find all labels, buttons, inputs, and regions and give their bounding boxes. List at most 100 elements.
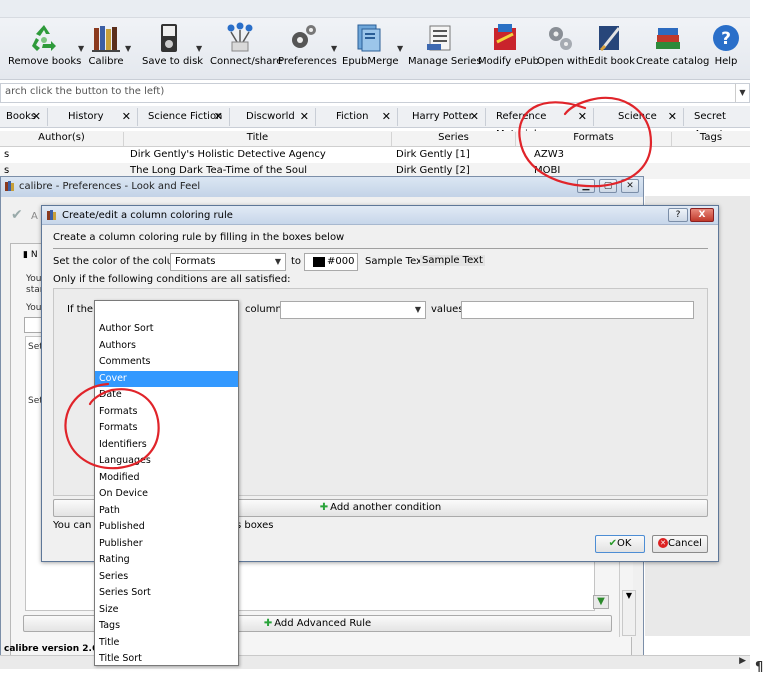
close-icon[interactable]: ✕ [32, 108, 41, 126]
modify-epub-button[interactable]: Modify ePub [478, 22, 539, 76]
ok-button[interactable]: ✔OK [595, 535, 645, 553]
column-dropdown-list[interactable]: Author Sort Authors Comments Cover Date … [94, 300, 239, 666]
list-item-empty[interactable] [95, 301, 238, 321]
values-label: values [431, 304, 464, 315]
list-item[interactable]: Date [95, 387, 238, 404]
list-item[interactable]: Formats [95, 420, 238, 437]
tab-history[interactable]: History ✕ [62, 108, 138, 126]
sample-text: Sample Text [365, 256, 426, 267]
close-icon[interactable]: ✕ [214, 108, 223, 126]
list-item-selected[interactable]: Cover [95, 370, 238, 387]
remove-books-button[interactable]: Remove books [8, 22, 82, 76]
calibre-library-button[interactable]: Calibre [86, 22, 126, 76]
minimize-icon[interactable]: ▁ [577, 179, 595, 193]
close-icon[interactable]: ✕ [578, 108, 587, 126]
chevron-down-icon[interactable]: ▼ [735, 84, 749, 102]
list-item[interactable]: Languages [95, 453, 238, 470]
tab-reference-materials[interactable]: Reference Materials✕ [490, 108, 594, 140]
svg-text:?: ? [721, 29, 731, 49]
checkmark-icon: ✔ [11, 207, 23, 223]
close-icon[interactable]: ✕ [470, 108, 479, 126]
close-icon[interactable]: ✕ [122, 108, 131, 126]
plus-icon: ✚ [319, 502, 329, 513]
chevron-down-icon[interactable]: ▼ [125, 44, 131, 53]
if-the-label: If the [67, 304, 94, 315]
tab-main[interactable]: ▮ N [23, 250, 38, 260]
rule-heading: Create a column coloring rule by filling… [53, 232, 345, 243]
tab-science[interactable]: Science ✕ [612, 108, 684, 126]
list-item[interactable]: Formats [95, 404, 238, 421]
chevron-down-icon[interactable]: ▼ [196, 44, 202, 53]
tab-fiction[interactable]: Fiction ✕ [330, 108, 398, 126]
chevron-right-icon[interactable]: ▶ [739, 656, 746, 666]
column-combo[interactable]: Formats ▼ [170, 253, 286, 271]
open-with-button[interactable]: Open with [537, 22, 588, 76]
scrollbar[interactable]: ▼ [622, 590, 636, 636]
books-library-icon [92, 26, 120, 52]
list-item[interactable]: Tags [95, 618, 238, 635]
toolbar-label: Edit book [588, 56, 635, 67]
close-icon[interactable]: X [690, 208, 714, 222]
column-header-tags[interactable]: Tags [672, 132, 750, 146]
calibre-app-icon [5, 181, 14, 191]
column-header-series[interactable]: Series [392, 132, 516, 146]
tab-discworld[interactable]: Discworld ✕ [240, 108, 316, 126]
preferences-title: calibre - Preferences - Look and Feel [19, 181, 201, 192]
list-item[interactable]: Author Sort [95, 321, 238, 338]
edit-book-button[interactable]: Edit book [588, 22, 635, 76]
list-item[interactable]: Comments [95, 354, 238, 371]
column-header-authors[interactable]: Author(s) [0, 132, 124, 146]
help-button[interactable]: ? Help [708, 22, 744, 76]
list-item[interactable]: Rating [95, 552, 238, 569]
list-item[interactable]: Publisher [95, 536, 238, 553]
search-input[interactable]: arch click the button to the left) ▼ [0, 83, 750, 103]
epubmerge-button[interactable]: EpubMerge [342, 22, 399, 76]
checkmark-icon: ✔ [608, 538, 617, 549]
tab-science-fiction[interactable]: Science Fiction ✕ [142, 108, 230, 126]
apply-button-label[interactable]: A [31, 211, 38, 222]
color-picker-button[interactable]: #000 [304, 253, 358, 271]
tab-harry-potter[interactable]: Harry Potter ✕ [406, 108, 486, 126]
chevron-down-icon[interactable]: ▼ [397, 44, 403, 53]
list-item[interactable]: On Device [95, 486, 238, 503]
values-input[interactable] [461, 301, 694, 319]
close-icon[interactable]: ✕ [621, 179, 639, 193]
create-catalog-button[interactable]: Create catalog [636, 22, 709, 76]
column-header-formats[interactable]: Formats [516, 132, 672, 146]
list-item[interactable]: Title Sort [95, 651, 238, 668]
toolbar-label: Remove books [8, 56, 82, 67]
condition-action-combo[interactable]: ▼ [280, 301, 426, 319]
tab-secret-agent[interactable]: Secret Agent [688, 108, 750, 140]
manage-series-button[interactable]: Manage Series [408, 22, 482, 76]
gears-icon [292, 25, 316, 48]
cell-series: Dirk Gently [1] [396, 149, 470, 160]
toolbar-label: Save to disk [142, 56, 204, 67]
list-item[interactable]: Title [95, 635, 238, 652]
manage-series-icon [427, 25, 451, 51]
close-icon[interactable]: ✕ [382, 108, 391, 126]
connect-share-button[interactable]: Connect/share [210, 22, 282, 76]
cancel-button[interactable]: ✕ Cancel [652, 535, 708, 553]
version-label: calibre version 2.6.0 [4, 644, 108, 654]
list-item[interactable]: Size [95, 602, 238, 619]
tab-books[interactable]: Books ✕ [0, 108, 48, 126]
column-header-title[interactable]: Title [124, 132, 392, 146]
table-row[interactable]: s Dirk Gently's Holistic Detective Agenc… [0, 147, 750, 163]
list-item[interactable]: Series [95, 569, 238, 586]
preferences-button[interactable]: Preferences [278, 22, 337, 76]
save-to-disk-button[interactable]: Save to disk [142, 22, 204, 76]
list-item[interactable]: Modified [95, 470, 238, 487]
list-item[interactable]: Identifiers [95, 437, 238, 454]
list-item[interactable]: Published [95, 519, 238, 536]
list-item[interactable]: Series Sort [95, 585, 238, 602]
chevron-down-icon[interactable]: ▼ [78, 44, 84, 53]
close-icon[interactable]: ✕ [668, 108, 677, 126]
maximize-icon[interactable]: ▢ [599, 179, 617, 193]
chevron-down-icon[interactable]: ▼ [331, 44, 337, 53]
move-down-button[interactable]: ▼ [593, 595, 609, 609]
help-icon[interactable]: ? [668, 208, 688, 222]
book-list-header: Author(s) Title Series Formats Tags [0, 131, 750, 147]
close-icon[interactable]: ✕ [300, 108, 309, 126]
list-item[interactable]: Authors [95, 338, 238, 355]
list-item[interactable]: Path [95, 503, 238, 520]
